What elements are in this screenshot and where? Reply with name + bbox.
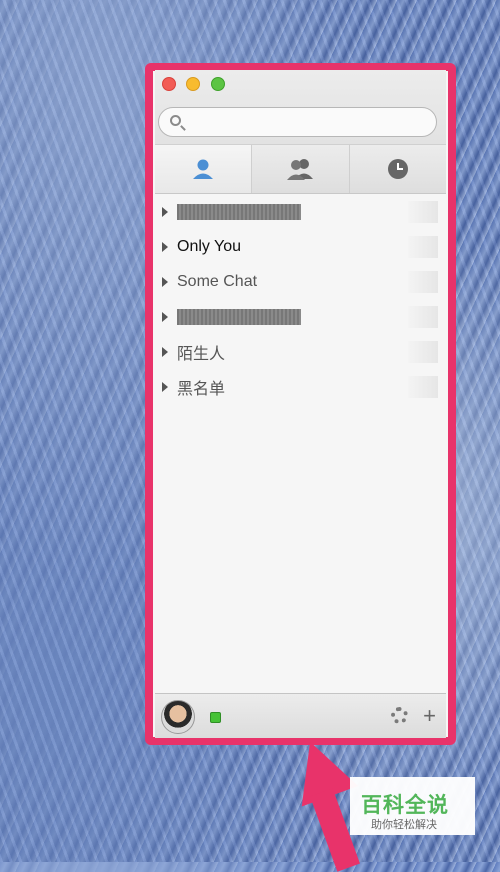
group-label: 黑名单 — [177, 380, 226, 398]
tab-recent[interactable] — [349, 145, 446, 193]
redacted-count — [408, 305, 438, 328]
contacts-window: Only You Some Chat 陌生人 黑名单 + — [155, 70, 446, 738]
search-input[interactable] — [158, 107, 437, 137]
redacted-count — [408, 340, 438, 363]
group-row-blurred-1[interactable] — [155, 194, 446, 229]
tab-bar — [155, 144, 446, 194]
tab-contacts[interactable] — [155, 145, 253, 193]
redacted-count — [408, 200, 438, 223]
group-row-some-chat[interactable]: Some Chat — [155, 264, 446, 299]
clock-icon — [387, 159, 408, 179]
plus-icon[interactable]: + — [423, 705, 436, 727]
group-label: 陌生人 — [177, 345, 226, 363]
group-row-blurred-2[interactable] — [155, 299, 446, 334]
redacted-count — [408, 375, 438, 398]
minimize-button[interactable] — [186, 77, 200, 91]
disclosure-triangle-icon — [162, 381, 168, 392]
contact-groups-list: Only You Some Chat 陌生人 黑名单 — [155, 194, 446, 404]
person-icon — [193, 159, 214, 179]
redacted-group-name — [177, 203, 301, 220]
watermark-title: 百科全说 — [361, 794, 449, 817]
tab-groups[interactable] — [252, 145, 350, 193]
disclosure-triangle-icon — [162, 206, 168, 217]
group-row-strangers[interactable]: 陌生人 — [155, 334, 446, 369]
status-indicator[interactable] — [210, 712, 221, 723]
bottom-toolbar: + — [155, 693, 446, 738]
redacted-count — [408, 235, 438, 258]
avatar[interactable] — [161, 700, 195, 734]
disclosure-triangle-icon — [162, 346, 168, 357]
group-row-blacklist[interactable]: 黑名单 — [155, 369, 446, 404]
disclosure-triangle-icon — [162, 311, 168, 322]
redacted-count — [408, 270, 438, 293]
gear-icon[interactable] — [391, 707, 408, 724]
group-label: Only You — [177, 237, 242, 255]
search-icon — [170, 115, 181, 126]
watermark-logo: 百科全说 助你轻松解决 — [350, 777, 475, 835]
group-icon — [287, 159, 314, 180]
close-button[interactable] — [162, 77, 176, 91]
group-label: Some Chat — [177, 272, 258, 290]
disclosure-triangle-icon — [162, 241, 168, 252]
watermark-subtitle: 助你轻松解决 — [371, 819, 437, 831]
disclosure-triangle-icon — [162, 276, 168, 287]
redacted-group-name — [177, 308, 301, 325]
group-row-only-you[interactable]: Only You — [155, 229, 446, 264]
maximize-button[interactable] — [211, 77, 225, 91]
